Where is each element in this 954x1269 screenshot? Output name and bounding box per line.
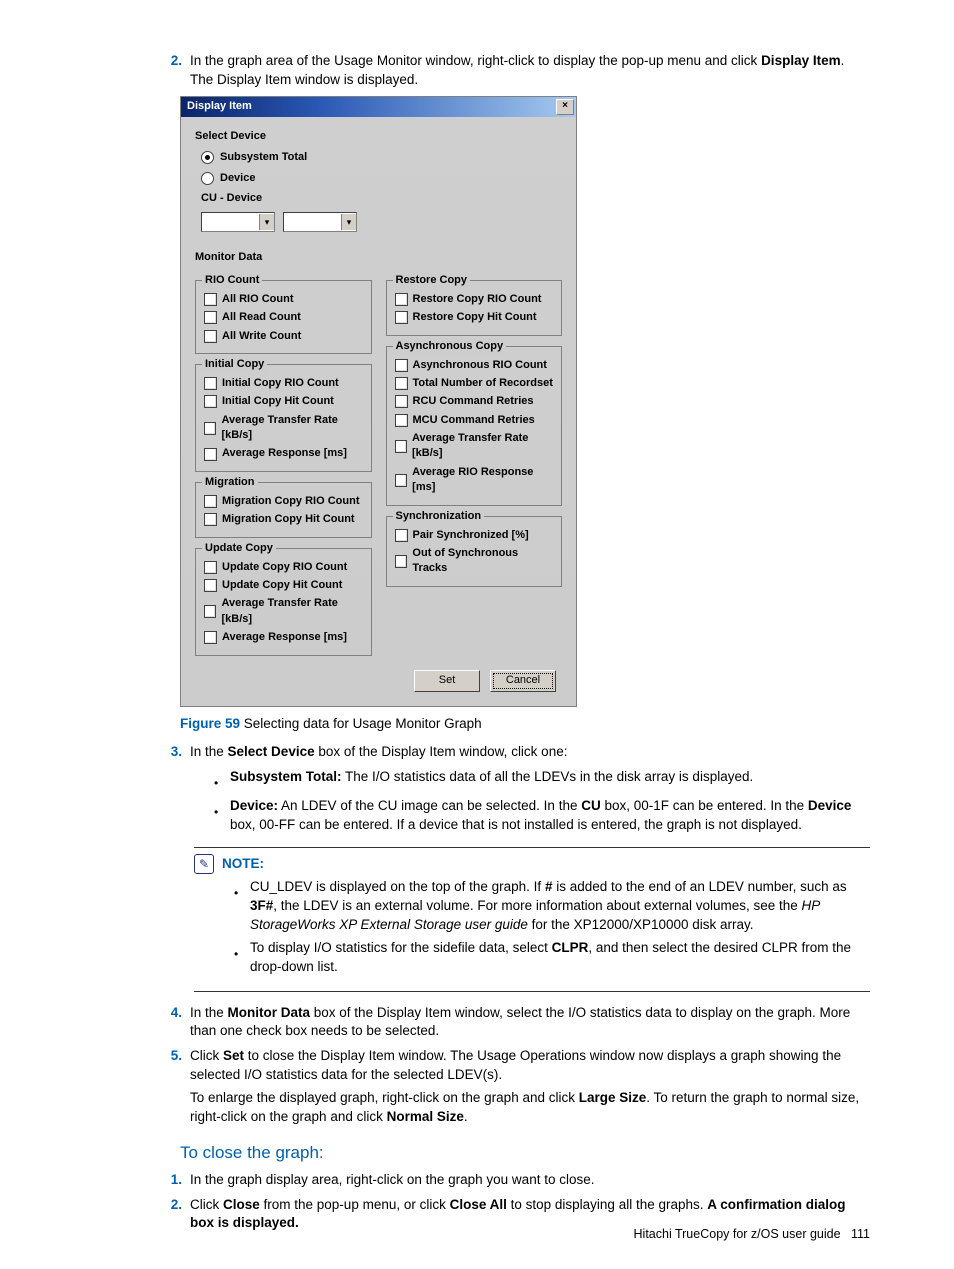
- group-initial-copy: Initial Copy Initial Copy RIO Count Init…: [195, 364, 372, 472]
- checkbox-icon: [395, 311, 408, 324]
- step-3: 3. In the Select Device box of the Displ…: [164, 743, 870, 762]
- checkbox-icon: [204, 495, 217, 508]
- checkbox-icon: [204, 395, 217, 408]
- group-migration: Migration Migration Copy RIO Count Migra…: [195, 482, 372, 538]
- checkbox-icon: [395, 474, 408, 487]
- group-async-copy: Asynchronous Copy Asynchronous RIO Count…: [386, 346, 563, 506]
- select-device-heading: Select Device: [195, 129, 562, 144]
- note-bullet-2: To display I/O statistics for the sidefi…: [234, 939, 870, 977]
- bullet-icon: [214, 774, 220, 793]
- checkbox-icon: [395, 555, 408, 568]
- radio-icon: [201, 172, 214, 185]
- radio-icon: [201, 151, 214, 164]
- close-step-1: 1. In the graph display area, right-clic…: [164, 1171, 870, 1190]
- cancel-button[interactable]: Cancel: [490, 670, 556, 692]
- radio-device[interactable]: Device: [201, 171, 562, 186]
- group-restore-copy: Restore Copy Restore Copy RIO Count Rest…: [386, 280, 563, 336]
- bullet-icon: [234, 884, 240, 903]
- step-4: 4. In the Monitor Data box of the Displa…: [164, 1004, 870, 1042]
- dialog-title: Display Item: [187, 99, 252, 114]
- checkbox-icon: [395, 529, 408, 542]
- bullet-icon: [234, 945, 240, 964]
- checkbox-icon: [395, 395, 408, 408]
- monitor-right-column: Restore Copy Restore Copy RIO Count Rest…: [386, 270, 563, 656]
- chk-all-rio-count[interactable]: All RIO Count: [204, 292, 365, 307]
- note-icon: ✎: [194, 854, 214, 874]
- device-combo[interactable]: ▾: [283, 212, 357, 232]
- dialog-titlebar: Display Item ×: [181, 97, 576, 117]
- group-synchronization: Synchronization Pair Synchronized [%] Ou…: [386, 516, 563, 587]
- checkbox-icon: [204, 605, 216, 618]
- cu-device-label: CU - Device: [201, 191, 562, 206]
- checkbox-icon: [204, 561, 217, 574]
- checkbox-icon: [204, 422, 216, 435]
- note-block: ✎ NOTE: CU_LDEV is displayed on the top …: [194, 847, 870, 991]
- chevron-down-icon: ▾: [259, 214, 274, 230]
- figure-caption: Figure 59 Selecting data for Usage Monit…: [180, 715, 870, 734]
- checkbox-icon: [395, 359, 408, 372]
- cu-combo[interactable]: ▾: [201, 212, 275, 232]
- bullet-icon: [214, 803, 220, 822]
- note-bullet-1: CU_LDEV is displayed on the top of the g…: [234, 878, 870, 935]
- radio-subsystem-total[interactable]: Subsystem Total: [201, 150, 562, 165]
- checkbox-icon: [395, 414, 408, 427]
- checkbox-icon: [204, 377, 217, 390]
- monitor-left-column: RIO Count All RIO Count All Read Count A…: [195, 270, 372, 656]
- note-label: NOTE:: [222, 855, 264, 874]
- checkbox-icon: [204, 448, 217, 461]
- set-button[interactable]: Set: [414, 670, 480, 692]
- chevron-down-icon: ▾: [341, 214, 356, 230]
- display-item-dialog-figure: Display Item × Select Device Subsystem T…: [180, 96, 870, 707]
- bullet-subsystem-total: Subsystem Total: The I/O statistics data…: [214, 768, 870, 793]
- group-update-copy: Update Copy Update Copy RIO Count Update…: [195, 548, 372, 656]
- checkbox-icon: [395, 377, 408, 390]
- checkbox-icon: [204, 579, 217, 592]
- checkbox-icon: [204, 330, 217, 343]
- group-rio-count: RIO Count All RIO Count All Read Count A…: [195, 280, 372, 354]
- chk-all-read-count[interactable]: All Read Count: [204, 310, 365, 325]
- checkbox-icon: [395, 293, 408, 306]
- checkbox-icon: [204, 311, 217, 324]
- chk-all-write-count[interactable]: All Write Count: [204, 329, 365, 344]
- checkbox-icon: [204, 631, 217, 644]
- monitor-data-heading: Monitor Data: [195, 250, 562, 265]
- close-icon[interactable]: ×: [556, 99, 574, 115]
- checkbox-icon: [204, 513, 217, 526]
- step-2: 2. In the graph area of the Usage Monito…: [164, 52, 870, 90]
- subheading-close-graph: To close the graph:: [180, 1141, 870, 1165]
- step-number: 2.: [164, 52, 182, 71]
- checkbox-icon: [204, 293, 217, 306]
- checkbox-icon: [395, 440, 407, 453]
- bullet-device: Device: An LDEV of the CU image can be s…: [214, 797, 870, 835]
- step-5: 5. Click Set to close the Display Item w…: [164, 1047, 870, 1127]
- display-item-dialog: Display Item × Select Device Subsystem T…: [180, 96, 577, 707]
